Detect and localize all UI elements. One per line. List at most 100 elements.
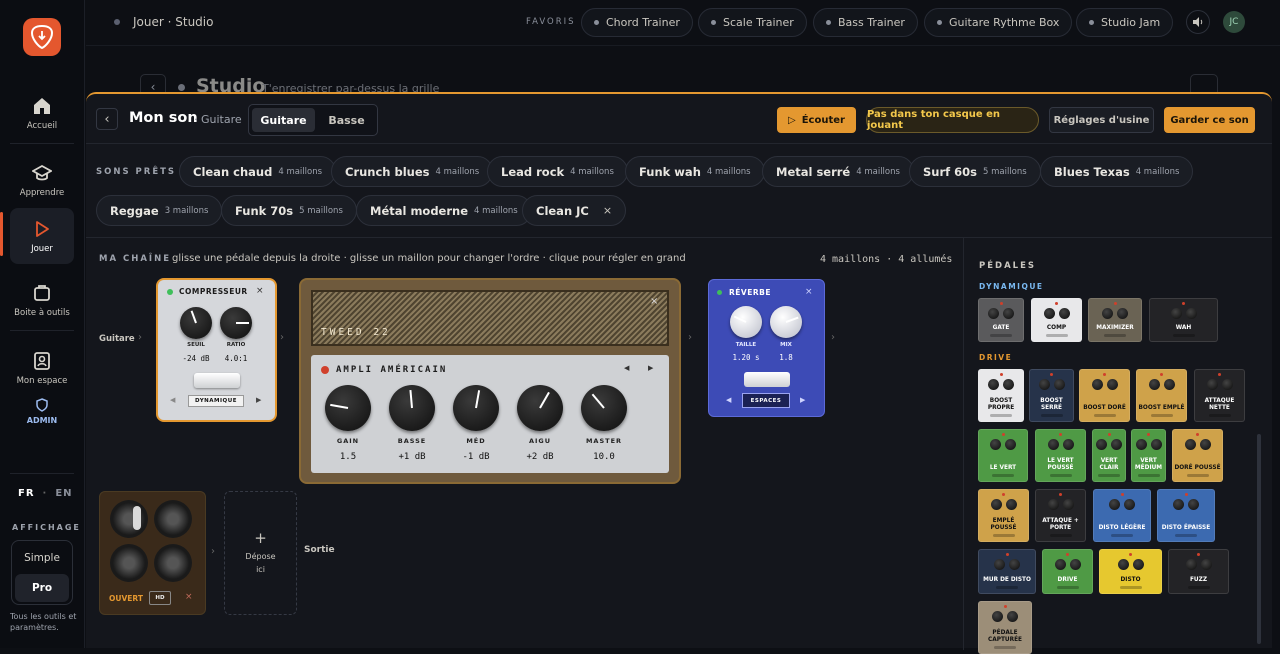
threshold-knob[interactable] — [180, 307, 212, 339]
listen-button[interactable]: ▷ Écouter — [777, 107, 856, 133]
lang-en[interactable]: EN — [55, 488, 72, 499]
nav-active-indicator — [0, 212, 3, 256]
factory-reset-button[interactable]: Réglages d'usine — [1049, 107, 1154, 133]
nav-item-home[interactable]: Accueil — [10, 85, 74, 141]
pedal-tile[interactable]: GATE — [978, 298, 1024, 342]
mic-icon[interactable] — [133, 506, 141, 530]
pedal-tile[interactable]: DRIVE — [1042, 549, 1093, 594]
pedal-name: COMP — [1046, 324, 1067, 331]
nav-item-play[interactable]: Jouer — [10, 208, 74, 264]
footswitch[interactable] — [194, 373, 240, 388]
ratio-knob[interactable] — [220, 307, 252, 339]
close-icon[interactable]: × — [650, 296, 658, 307]
mode-pro-button[interactable]: Pro — [15, 574, 69, 602]
reverb-pedal[interactable]: RÉVERBE × TAILLE MIX 1.20 s 1.8 ◀ ESPACE… — [708, 279, 825, 417]
avatar[interactable]: JC — [1223, 11, 1245, 33]
preset-chip[interactable]: Métal moderne 4 maillons — [356, 195, 532, 226]
pedal-tile[interactable]: VERT MÉDIUM — [1131, 429, 1166, 482]
pedal-tile[interactable]: WAH — [1149, 298, 1218, 342]
sound-button[interactable] — [1186, 10, 1210, 34]
keep-sound-button[interactable]: Garder ce son — [1164, 107, 1255, 133]
preset-chip[interactable]: Funk 70s 5 maillons — [221, 195, 357, 226]
pedal-tile[interactable]: BOOST SERRÉ — [1029, 369, 1074, 422]
headphones-hint[interactable]: Pas dans ton casque en jouant — [866, 107, 1039, 133]
close-icon[interactable]: × — [603, 204, 612, 217]
close-icon[interactable]: × — [805, 287, 813, 297]
pedal-tile[interactable]: MUR DE DISTO — [978, 549, 1036, 594]
fav-scale-trainer[interactable]: Scale Trainer — [698, 8, 807, 37]
shield-icon — [36, 398, 48, 412]
cabinet-module[interactable]: OUVERT HD × — [99, 491, 206, 615]
prev-icon[interactable]: ◀ — [726, 396, 731, 404]
amp-knob[interactable] — [581, 385, 627, 431]
hd-badge[interactable]: HD — [149, 591, 171, 605]
mode-simple-button[interactable]: Simple — [15, 544, 69, 572]
pedal-knobs — [1038, 379, 1065, 390]
preset-chip[interactable]: Reggae 3 maillons — [96, 195, 223, 226]
nav-item-learn[interactable]: Apprendre — [10, 152, 74, 208]
close-icon[interactable]: × — [256, 286, 264, 296]
amp-knob[interactable] — [325, 385, 371, 431]
tab-guitare[interactable]: Guitare — [252, 108, 315, 132]
pedal-tile[interactable]: BOOST PROPRE — [978, 369, 1024, 422]
pedal-name: WAH — [1175, 324, 1192, 331]
amp-module[interactable]: × TWEED 22 AMPLI AMÉRICAIN ◀ ▶ GAIN 1.5 BA… — [299, 278, 681, 484]
tab-basse[interactable]: Basse — [315, 108, 378, 132]
pedal-tile[interactable]: BOOST DORÉ — [1079, 369, 1130, 422]
fav-studio-jam[interactable]: Studio Jam — [1076, 8, 1174, 37]
next-icon[interactable]: ▶ — [800, 396, 805, 404]
pedal-tile[interactable]: LE VERT POUSSÉ — [1035, 429, 1086, 482]
pedal-tile[interactable]: DISTO LÉGÈRE — [1093, 489, 1151, 542]
nav-item-admin[interactable]: ADMIN — [10, 398, 74, 438]
lang-fr[interactable]: FR — [18, 488, 35, 499]
scrollbar[interactable] — [1257, 434, 1261, 644]
pedal-tile[interactable]: LE VERT — [978, 429, 1028, 482]
fav-rythme-box[interactable]: Guitare Rythme Box — [924, 8, 1073, 37]
pedal-tile[interactable]: EMPLÉ POUSSÉ — [978, 489, 1029, 542]
pedal-tile[interactable]: ATTAQUE NETTE — [1194, 369, 1245, 422]
fav-chord-trainer[interactable]: Chord Trainer — [581, 8, 693, 37]
app-logo[interactable] — [23, 18, 61, 56]
fav-bass-trainer[interactable]: Bass Trainer — [813, 8, 918, 37]
pedal-tile[interactable]: PÉDALE CAPTURÉE — [978, 601, 1032, 654]
pedal-tile[interactable]: ATTAQUE + PORTE — [1035, 489, 1086, 542]
amp-knob[interactable] — [453, 385, 499, 431]
close-icon[interactable]: × — [185, 592, 193, 602]
preset-chip[interactable]: Blues Texas 4 maillons — [1040, 156, 1194, 187]
pedal-tile[interactable]: COMP — [1031, 298, 1082, 342]
pedal-led — [1197, 553, 1200, 556]
preset-chip[interactable]: Surf 60s 5 maillons — [909, 156, 1041, 187]
preset-chip[interactable]: Lead rock 4 maillons — [487, 156, 628, 187]
pedal-name: LE VERT POUSSÉ — [1047, 458, 1074, 471]
nav-item-toolbox[interactable]: Boite à outils — [10, 272, 74, 328]
preset-chip[interactable]: Funk wah 4 maillons — [625, 156, 765, 187]
nav-item-my-space[interactable]: Mon espace — [10, 340, 74, 396]
nav-label: Jouer — [31, 243, 53, 254]
preset-chip[interactable]: Clean JC × — [522, 195, 627, 226]
pedal-tile[interactable]: DISTO ÉPAISSE — [1157, 489, 1215, 542]
pedal-tile[interactable]: VERT CLAIR — [1092, 429, 1126, 482]
amp-knob[interactable] — [517, 385, 563, 431]
pedal-footswitch — [1172, 334, 1195, 337]
compressor-pedal[interactable]: COMPRESSEUR × SEUIL RATIO -24 dB 4.0:1 ◀… — [156, 278, 277, 422]
mix-knob[interactable] — [770, 306, 802, 338]
pedal-tile[interactable]: MAXIMIZER — [1088, 298, 1142, 342]
pedal-tile[interactable]: BOOST EMPLÉ — [1136, 369, 1187, 422]
pedal-tile[interactable]: DORÉ POUSSÉ — [1172, 429, 1223, 482]
size-knob[interactable] — [730, 306, 762, 338]
pedal-tile[interactable]: FUZZ — [1168, 549, 1229, 594]
panel-back-button[interactable]: ‹ — [96, 108, 118, 130]
drop-zone[interactable]: + Dépose ici — [224, 491, 297, 615]
preset-chip[interactable]: Crunch blues 4 maillons — [331, 156, 494, 187]
prev-icon[interactable]: ◀ — [170, 396, 175, 404]
prev-model-icon[interactable]: ◀ — [624, 364, 629, 372]
amp-knob[interactable] — [389, 385, 435, 431]
next-icon[interactable]: ▶ — [256, 396, 261, 404]
preset-chip[interactable]: Metal serré 4 maillons — [762, 156, 914, 187]
pedal-tile[interactable]: DISTO — [1099, 549, 1162, 594]
footswitch[interactable] — [744, 372, 790, 387]
on-led — [717, 290, 722, 295]
pedal-led — [1055, 302, 1058, 305]
preset-chip[interactable]: Clean chaud 4 maillons — [179, 156, 337, 187]
next-model-icon[interactable]: ▶ — [648, 364, 653, 372]
